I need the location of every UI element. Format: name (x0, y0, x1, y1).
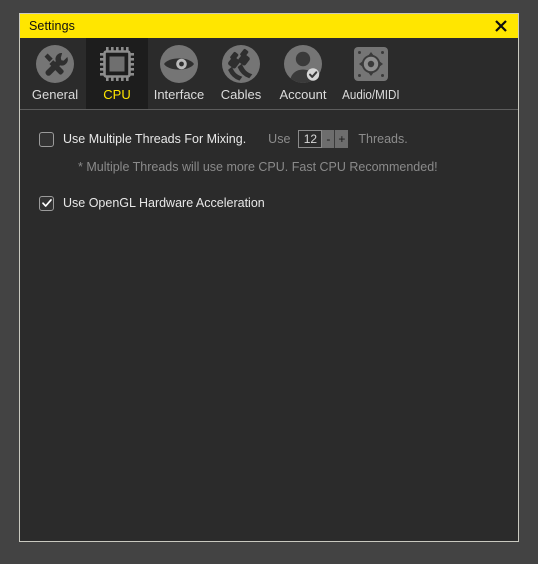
threads-decrement-button[interactable]: - (322, 130, 336, 148)
tab-account-label: Account (279, 87, 327, 102)
tab-interface-label: Interface (153, 87, 205, 102)
multithread-hint: * Multiple Threads will use more CPU. Fa… (78, 160, 438, 174)
tab-cables[interactable]: Cables (210, 38, 272, 109)
dialog-title: Settings (29, 19, 75, 33)
dialog-titlebar: Settings (20, 14, 518, 38)
tab-audio-midi-label: Audio/MIDI (342, 88, 400, 102)
tab-audio-midi[interactable]: Audio/MIDI (334, 38, 408, 109)
threads-increment-button[interactable]: + (335, 130, 349, 148)
tools-icon (33, 42, 77, 86)
opengl-checkbox[interactable] (39, 195, 54, 211)
settings-dialog: Settings General CPU Interface Cables Ac… (19, 13, 519, 542)
tab-cables-label: Cables (220, 87, 262, 102)
multithread-label: Use Multiple Threads For Mixing. (63, 132, 247, 146)
settings-tabstrip: General CPU Interface Cables Account Aud… (20, 38, 518, 110)
opengl-row: Use OpenGL Hardware Acceleration (20, 191, 518, 215)
checkmark-icon (41, 199, 52, 207)
tab-interface[interactable]: Interface (148, 38, 210, 109)
user-check-icon (281, 42, 325, 86)
tab-general-label: General (31, 87, 79, 102)
tab-cpu[interactable]: CPU (86, 38, 148, 109)
tab-general[interactable]: General (24, 38, 86, 109)
tab-cpu-label: CPU (103, 87, 131, 102)
opengl-label: Use OpenGL Hardware Acceleration (63, 196, 265, 210)
threads-suffix-label: Threads. (358, 132, 408, 146)
multithread-row: Use Multiple Threads For Mixing. Use 12 … (20, 127, 518, 151)
cpu-chip-icon (95, 42, 139, 86)
close-x-icon (495, 20, 507, 32)
threads-value-input[interactable]: 12 (298, 130, 323, 148)
audio-plugs-icon (219, 42, 263, 86)
cpu-settings-panel: Use Multiple Threads For Mixing. Use 12 … (20, 110, 518, 541)
speaker-icon (349, 42, 393, 86)
threads-prefix-label: Use (268, 132, 291, 146)
close-button[interactable] (490, 15, 512, 37)
multithread-checkbox[interactable] (39, 131, 54, 147)
tab-account[interactable]: Account (272, 38, 334, 109)
eye-icon (157, 42, 201, 86)
threads-spinner: Use 12 - + Threads. (268, 130, 408, 148)
